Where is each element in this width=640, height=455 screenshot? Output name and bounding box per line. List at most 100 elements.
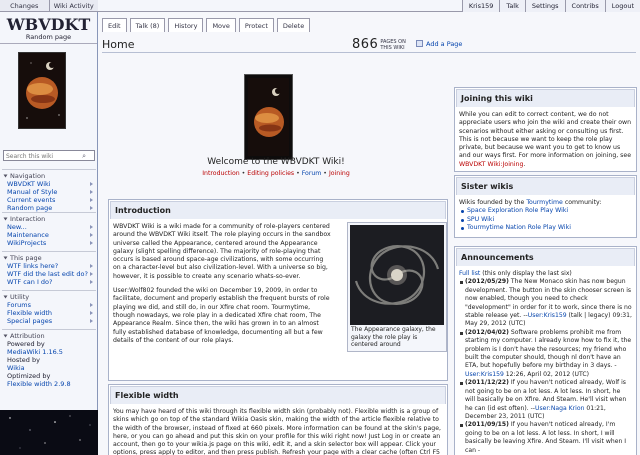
sidebar-item-what-can-i-do[interactable]: WTF can I do? xyxy=(2,278,96,286)
sidebar-item-last-edit[interactable]: WTF did the last edit do? xyxy=(2,270,96,278)
tab-changes[interactable]: Changes xyxy=(0,0,50,11)
announcements-heading: Announcements xyxy=(456,248,635,266)
flexible-width-box: Flexible width You may have heard of thi… xyxy=(108,384,448,455)
portal-image[interactable] xyxy=(244,74,293,160)
user-link-contribs[interactable]: Contribs xyxy=(564,0,605,12)
attribution-text: Powered by xyxy=(7,340,45,348)
announcement-user-link[interactable]: User:Kris159 xyxy=(528,312,567,319)
top-bar: Kris159 Talk Settings Contribs Logout xyxy=(98,0,640,12)
add-page-button[interactable]: Add a Page xyxy=(416,40,462,48)
introduction-heading: Introduction xyxy=(110,201,446,219)
sister-wiki-item[interactable]: Tourmytime Nation Role Play Wiki xyxy=(459,224,632,232)
sidebar-section-utility: Utility Forums Flexible width Special pa… xyxy=(2,288,96,325)
protect-tab[interactable]: Protect xyxy=(238,18,274,32)
main-content: Edit Talk (8) History Move Protect Delet… xyxy=(98,12,640,455)
link-editing-policies[interactable]: Editing policies xyxy=(247,170,294,177)
welcome-heading: Welcome to the WBVDKT Wiki! xyxy=(207,157,345,167)
flexible-width-link[interactable]: Flexible width 2.9.8 xyxy=(2,380,96,388)
introduction-box: Introduction WBVDKT Wiki is a wiki made … xyxy=(108,199,448,381)
search-input[interactable]: Search this wiki ⌕ xyxy=(3,150,95,161)
link-joining[interactable]: Joining xyxy=(329,170,350,177)
announcement-date: (2012/04/02) xyxy=(465,328,509,336)
announcement-user-link[interactable]: User:Kris159 xyxy=(465,371,504,378)
section-heading[interactable]: Interaction xyxy=(2,215,96,223)
random-page-link[interactable]: Random page xyxy=(0,33,97,44)
sidebar-section-interaction: Interaction New... Maintenance WikiProje… xyxy=(2,210,96,247)
page-count: 866 xyxy=(352,37,379,52)
delete-tab[interactable]: Delete xyxy=(276,18,311,32)
section-heading[interactable]: Attribution xyxy=(2,332,96,340)
rail-tabs: Changes Wiki Activity xyxy=(0,0,98,12)
announcement-date: (2011/12/22) xyxy=(465,379,509,387)
section-heading[interactable]: This page xyxy=(2,254,96,262)
edit-tab[interactable]: Edit xyxy=(102,18,127,32)
introduction-paragraph-2: User:Wolf802 founded the wiki on Decembe… xyxy=(113,287,330,344)
sister-wiki-list: Space Exploration Role Play Wiki SPU Wik… xyxy=(459,207,632,232)
full-list-link[interactable]: Full list xyxy=(459,270,480,277)
user-link-talk[interactable]: Talk xyxy=(499,0,525,12)
galaxy-figure: The Appearance galaxy, the galaxy the ro… xyxy=(347,222,447,352)
left-rail: Changes Wiki Activity WBVDKT Random page… xyxy=(0,0,98,455)
galaxy-caption: The Appearance galaxy, the galaxy the ro… xyxy=(351,326,436,348)
header-divider xyxy=(102,52,636,53)
introduction-paragraph-1: WBVDKT Wiki is a wiki made for a communi… xyxy=(113,223,331,280)
wiki-title[interactable]: WBVDKT xyxy=(0,12,97,34)
tourmytime-link[interactable]: Tourmytime xyxy=(526,199,563,206)
sidebar-item-special-pages[interactable]: Special pages xyxy=(2,317,96,325)
sidebar-item-manual-of-style[interactable]: Manual of Style xyxy=(2,188,96,196)
sister-wiki-item[interactable]: Space Exploration Role Play Wiki xyxy=(459,207,632,215)
welcome-links: Introduction • Editing policies • Forum … xyxy=(202,170,350,177)
sister-wikis-box: Sister wikis Wikis founded by the Tourmy… xyxy=(454,175,637,238)
sidebar-item-flexible-width[interactable]: Flexible width xyxy=(2,309,96,317)
joining-heading: Joining this wiki xyxy=(456,89,635,107)
announcement-date: (2011/09/15) xyxy=(465,421,509,429)
sidebar-item-forums[interactable]: Forums xyxy=(2,301,96,309)
link-forum[interactable]: Forum xyxy=(302,170,322,177)
search-icon[interactable]: ⌕ xyxy=(82,152,86,161)
section-heading[interactable]: Navigation xyxy=(2,172,96,180)
sister-wiki-item[interactable]: SPU Wiki xyxy=(459,216,632,224)
wikia-link[interactable]: Wikia xyxy=(2,364,96,372)
page-title: Home xyxy=(102,38,135,51)
sister-intro-end: community: xyxy=(562,199,602,206)
wiki-logo[interactable] xyxy=(18,52,66,129)
sidebar-section-attribution: Attribution Powered by MediaWiki 1.16.5 … xyxy=(2,327,96,388)
user-link-settings[interactable]: Settings xyxy=(524,0,565,12)
space-background xyxy=(9,415,91,449)
section-heading[interactable]: Utility xyxy=(2,293,96,301)
joining-box: Joining this wiki While you can edit to … xyxy=(454,87,637,172)
sidebar-item-links-here[interactable]: WTF links here? xyxy=(2,262,96,270)
announcement-item: (2011/12/22) If you haven't noticed alre… xyxy=(459,379,632,421)
galaxy-image[interactable] xyxy=(350,225,444,325)
sidebar-item-current-events[interactable]: Current events xyxy=(2,196,96,204)
user-links: Kris159 Talk Settings Contribs Logout xyxy=(461,0,640,12)
announcement-user-link[interactable]: User:Naga Krion xyxy=(535,405,584,412)
sister-wikis-heading: Sister wikis xyxy=(456,177,635,195)
announcements-box: Announcements Full list (this only displ… xyxy=(454,246,637,455)
full-list-note: (this only display the last six) xyxy=(480,270,572,277)
user-link-kris159[interactable]: Kris159 xyxy=(461,0,500,12)
history-tab[interactable]: History xyxy=(168,18,204,32)
user-link-logout[interactable]: Logout xyxy=(604,0,640,12)
announcement-meta: 12:26, April 02, 2012 (UTC) xyxy=(503,370,589,378)
joining-text: While you can edit to correct content, w… xyxy=(459,111,632,160)
flexible-width-text: You may have heard of this wiki through … xyxy=(113,408,441,455)
sidebar-item-wiki[interactable]: WBVDKT Wiki xyxy=(2,180,96,188)
sister-intro: Wikis founded by the Tourmytime communit… xyxy=(459,199,632,207)
talk-tab[interactable]: Talk (8) xyxy=(129,18,166,32)
add-page-label: Add a Page xyxy=(426,40,463,48)
announcement-date: (2012/05/29) xyxy=(465,278,509,286)
mediawiki-link[interactable]: MediaWiki 1.16.5 xyxy=(2,348,96,356)
joining-link[interactable]: WBVDKT Wiki:Joining xyxy=(459,161,523,168)
sidebar-section-this-page: This page WTF links here? WTF did the la… xyxy=(2,249,96,286)
announcement-item: (2012/05/29) The New Monaco skin has now… xyxy=(459,278,632,328)
sidebar-item-wikiprojects[interactable]: WikiProjects xyxy=(2,239,96,247)
sidebar-item-new[interactable]: New... xyxy=(2,223,96,231)
link-introduction[interactable]: Introduction xyxy=(202,170,239,177)
sister-intro-text: Wikis founded by the xyxy=(459,199,527,206)
sidebar-item-maintenance[interactable]: Maintenance xyxy=(2,231,96,239)
tab-wiki-activity[interactable]: Wiki Activity xyxy=(50,0,99,11)
sidebar-section-navigation: Navigation WBVDKT Wiki Manual of Style C… xyxy=(2,167,96,212)
joining-end: . xyxy=(523,160,526,168)
move-tab[interactable]: Move xyxy=(206,18,236,32)
